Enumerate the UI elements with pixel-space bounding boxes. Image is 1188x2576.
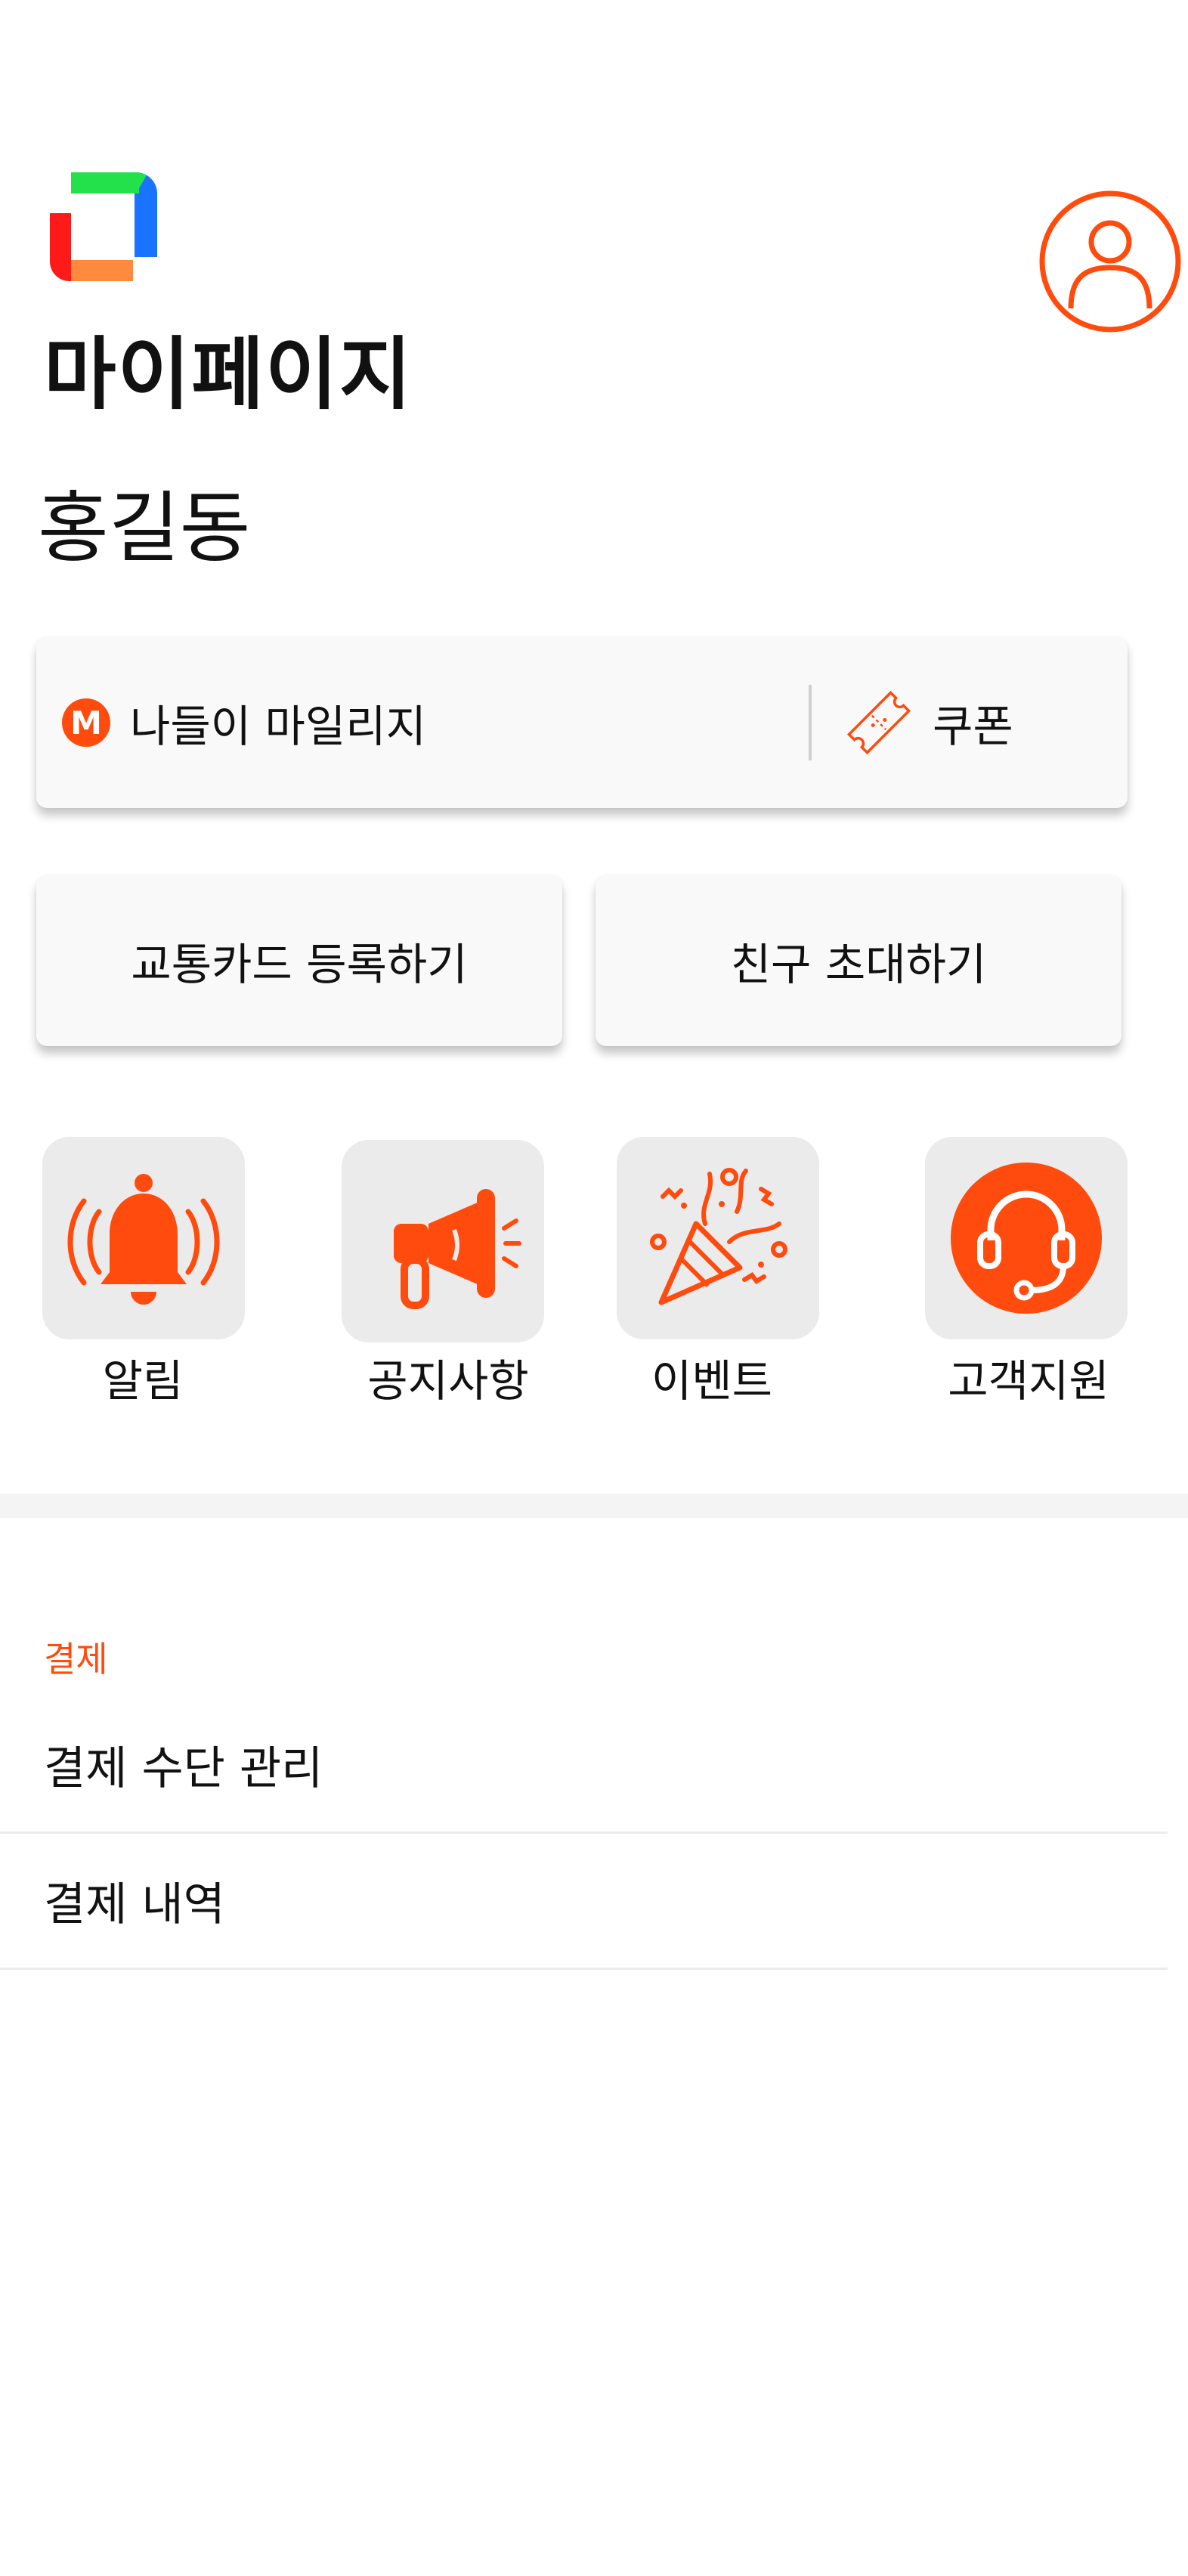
invite-friend-label: 친구 초대하기 [730,939,987,990]
mileage-button[interactable]: M 나들이 마일리지 [36,637,769,808]
payment-methods-item[interactable]: 결제 수단 관리 [0,1698,1168,1834]
payment-history-label: 결제 내역 [44,1878,225,1931]
app-logo-icon [50,172,157,281]
coupon-label: 쿠폰 [933,701,1013,752]
notifications-button[interactable] [42,1137,245,1339]
profile-button[interactable] [1038,189,1183,334]
megaphone-icon [394,1189,521,1309]
customer-support-label: 고객지원 [948,1355,1109,1407]
headset-icon [951,1163,1102,1314]
user-name: 홍길동 [38,484,251,574]
events-label: 이벤트 [651,1355,773,1407]
notifications-label: 알림 [102,1355,184,1407]
user-profile-icon [1039,190,1181,333]
register-transit-card-label: 교통카드 등록하기 [131,939,468,990]
mileage-label: 나들이 마일리지 [130,701,426,752]
ticket-icon [846,690,911,755]
notices-label: 공지사항 [367,1355,529,1407]
coupon-button[interactable]: 쿠폰 [812,637,1128,808]
payment-history-item[interactable]: 결제 내역 [0,1834,1168,1970]
bell-icon [67,1174,220,1305]
mileage-badge-icon: M [62,698,110,747]
notices-button[interactable] [342,1140,544,1342]
page-title: 마이페이지 [44,328,413,420]
payment-methods-label: 결제 수단 관리 [44,1742,323,1795]
register-transit-card-button[interactable]: 교통카드 등록하기 [36,875,562,1046]
events-button[interactable] [617,1137,819,1339]
customer-support-button[interactable] [925,1137,1128,1339]
payment-section-title: 결제 [44,1639,108,1680]
invite-friend-button[interactable]: 친구 초대하기 [596,875,1121,1046]
benefits-card: M 나들이 마일리지 쿠폰 [36,637,1128,808]
section-divider [0,1494,1188,1518]
party-popper-icon [650,1168,787,1305]
